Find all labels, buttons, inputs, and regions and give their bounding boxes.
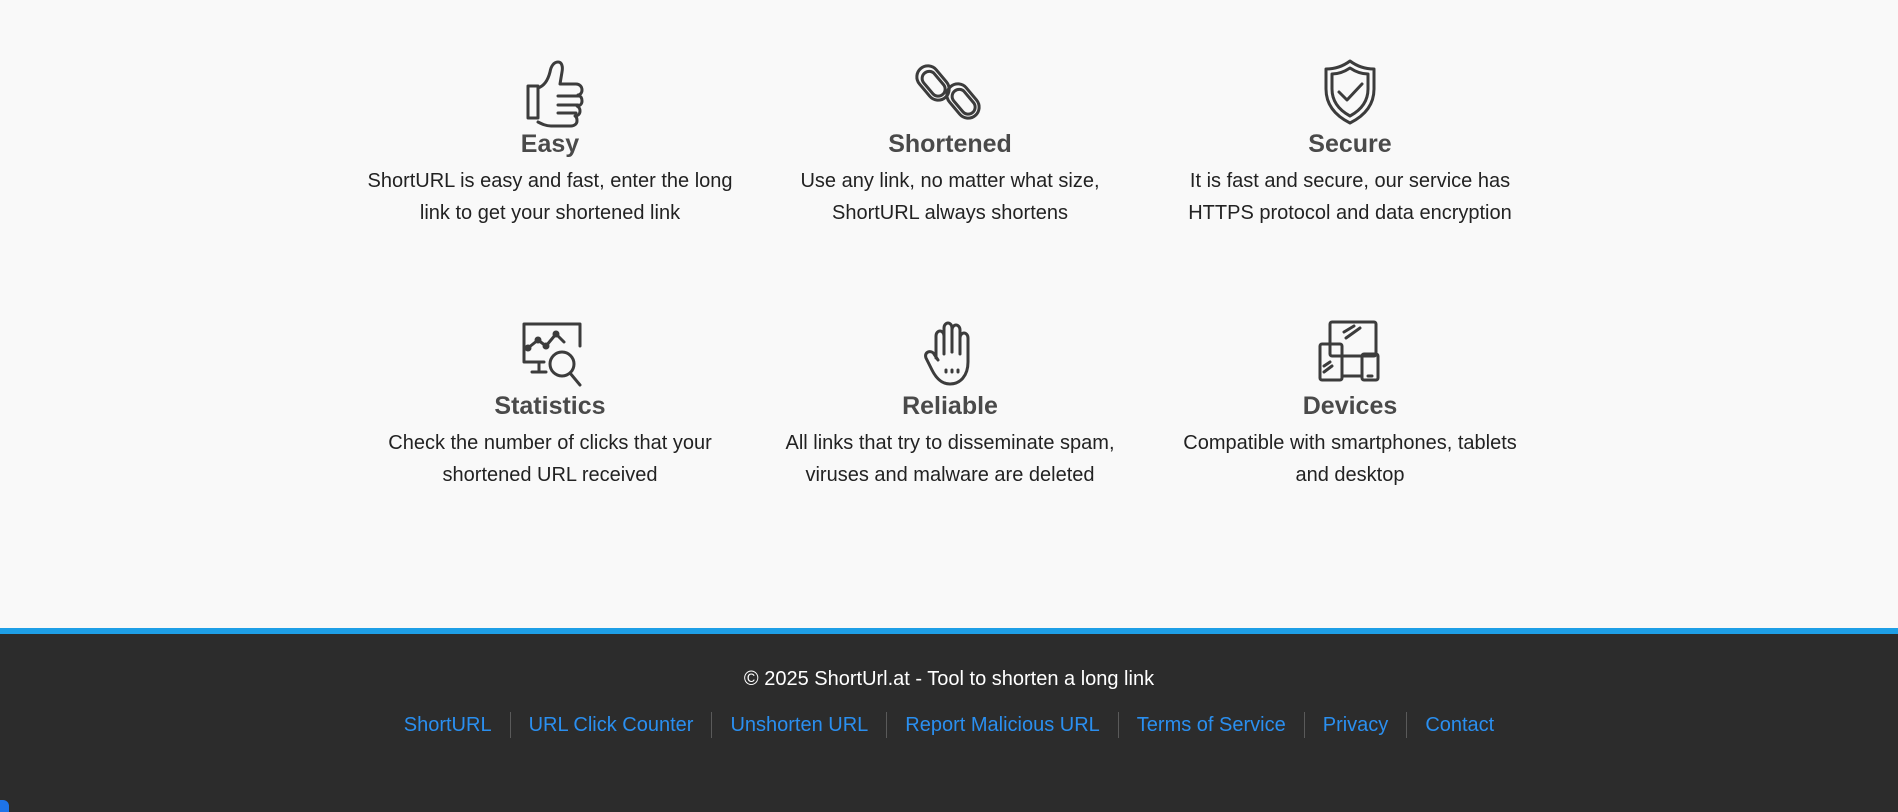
footer-link-shorturl[interactable]: ShortURL xyxy=(386,712,510,738)
footer-link-unshorten-url[interactable]: Unshorten URL xyxy=(711,712,886,738)
thumbs-up-icon xyxy=(514,56,586,128)
feature-title: Secure xyxy=(1308,130,1392,158)
feature-title: Statistics xyxy=(494,392,606,420)
footer: © 2025 ShortUrl.at - Tool to shorten a l… xyxy=(0,628,1898,812)
chain-link-icon xyxy=(914,56,986,128)
footer-link-terms-of-service[interactable]: Terms of Service xyxy=(1117,712,1304,738)
feature-title: Devices xyxy=(1302,392,1398,420)
feature-statistics: Statistics Check the number of clicks th… xyxy=(350,318,750,491)
feature-devices: Devices Compatible with smartphones, tab… xyxy=(1150,318,1550,491)
footer-link-report-malicious-url[interactable]: Report Malicious URL xyxy=(886,712,1118,738)
features-section: Easy ShortURL is easy and fast, enter th… xyxy=(0,0,1898,628)
devices-icon xyxy=(1314,318,1386,390)
floating-widget-edge[interactable] xyxy=(0,800,9,812)
feature-description: All links that try to disseminate spam, v… xyxy=(785,432,1115,486)
chart-magnifier-icon xyxy=(514,318,586,390)
footer-nav: ShortURL URL Click Counter Unshorten URL… xyxy=(0,712,1898,738)
footer-link-url-click-counter[interactable]: URL Click Counter xyxy=(509,712,712,738)
feature-description: It is fast and secure, our service has HT… xyxy=(1188,170,1512,224)
footer-link-contact[interactable]: Contact xyxy=(1406,712,1512,738)
shield-check-icon xyxy=(1314,56,1386,128)
copyright-text: © 2025 ShortUrl.at - Tool to shorten a l… xyxy=(743,668,1155,690)
hand-icon xyxy=(914,318,986,390)
feature-reliable: Reliable All links that try to dissemina… xyxy=(750,318,1150,491)
feature-title: Shortened xyxy=(888,130,1012,158)
feature-description: Check the number of clicks that your shor… xyxy=(388,432,712,486)
feature-description: ShortURL is easy and fast, enter the lon… xyxy=(367,170,733,224)
feature-description: Compatible with smartphones, tablets and … xyxy=(1183,432,1517,486)
feature-shortened: Shortened Use any link, no matter what s… xyxy=(750,56,1150,229)
feature-title: Easy xyxy=(520,130,580,158)
feature-title: Reliable xyxy=(902,392,998,420)
feature-description: Use any link, no matter what size, ShortU… xyxy=(800,170,1100,224)
feature-secure: Secure It is fast and secure, our servic… xyxy=(1150,56,1550,229)
feature-easy: Easy ShortURL is easy and fast, enter th… xyxy=(350,56,750,229)
footer-link-privacy[interactable]: Privacy xyxy=(1303,712,1407,738)
